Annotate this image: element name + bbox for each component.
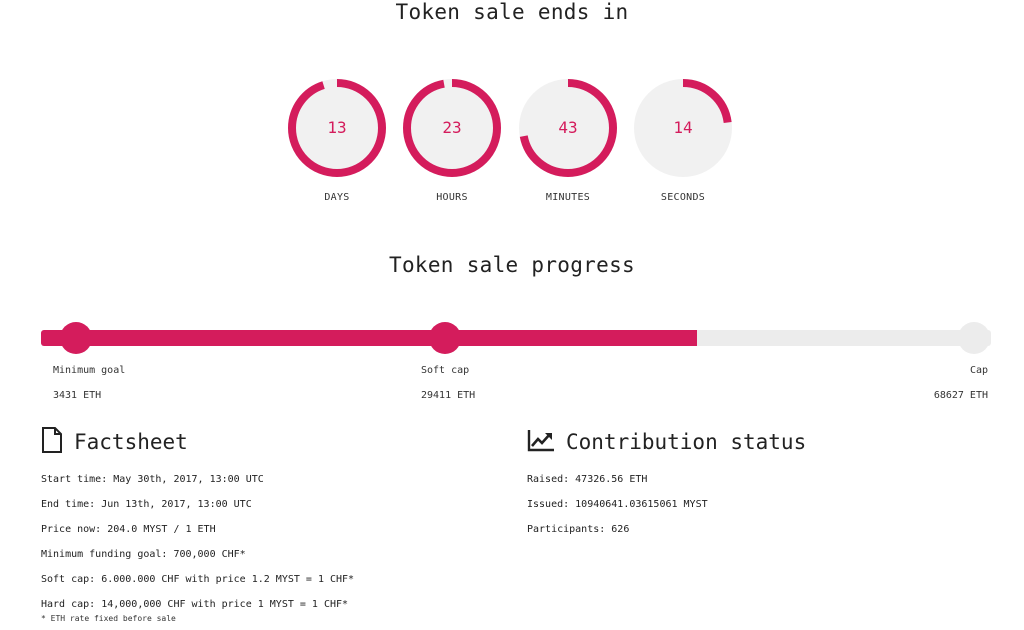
countdown-seconds: 14 SECONDS xyxy=(631,76,735,203)
fact-end-time: End time: Jun 13th, 2017, 13:00 UTC xyxy=(41,499,252,510)
eth-rate-footnote: * ETH rate fixed before sale xyxy=(41,614,176,623)
seconds-label: SECONDS xyxy=(660,192,706,203)
line-chart-icon xyxy=(527,428,555,456)
minutes-label: MINUTES xyxy=(545,192,591,203)
milestone-minimum-goal xyxy=(60,322,93,354)
progress-fill xyxy=(41,330,697,346)
fact-soft-cap: Soft cap: 6.000.000 CHF with price 1.2 M… xyxy=(41,574,355,585)
milestone-cap xyxy=(957,322,990,354)
minimum-goal-label: Minimum goal xyxy=(53,365,126,376)
cap-amount: 68627 ETH xyxy=(933,390,988,401)
hours-value: 23 xyxy=(442,118,462,137)
contribution-title: Contribution status xyxy=(566,430,807,454)
sale-progress-bar xyxy=(41,322,991,354)
soft-cap-label: Soft cap xyxy=(421,365,470,376)
milestone-soft-cap xyxy=(428,322,461,354)
countdown-days: 13 DAYS xyxy=(285,76,389,203)
progress-title: Token sale progress xyxy=(389,253,635,277)
days-label: DAYS xyxy=(324,192,350,203)
factsheet-header: Factsheet xyxy=(41,427,188,457)
fact-start-time: Start time: May 30th, 2017, 13:00 UTC xyxy=(41,474,264,485)
countdown-hours: 23 HOURS xyxy=(400,76,504,203)
soft-cap-amount: 29411 ETH xyxy=(421,390,476,401)
document-icon xyxy=(41,427,63,457)
contribution-issued: Issued: 10940641.03615061 MYST xyxy=(527,499,708,510)
seconds-value: 14 xyxy=(673,118,693,137)
hours-label: HOURS xyxy=(436,192,468,203)
contribution-header: Contribution status xyxy=(527,428,806,456)
factsheet-title: Factsheet xyxy=(74,430,188,454)
cap-label: Cap xyxy=(969,365,988,376)
minutes-value: 43 xyxy=(558,118,578,137)
countdown-title: Token sale ends in xyxy=(395,0,629,24)
token-sale-page: Token sale ends in 13 DAYS 23 HOURS 43 M… xyxy=(0,0,1024,630)
countdown-minutes: 43 MINUTES xyxy=(516,76,620,203)
fact-hard-cap: Hard cap: 14,000,000 CHF with price 1 MY… xyxy=(41,599,349,610)
fact-minimum-goal: Minimum funding goal: 700,000 CHF* xyxy=(41,549,246,560)
fact-price-now: Price now: 204.0 MYST / 1 ETH xyxy=(41,524,216,535)
contribution-participants: Participants: 626 xyxy=(527,524,630,535)
minimum-goal-amount: 3431 ETH xyxy=(53,390,102,401)
contribution-raised: Raised: 47326.56 ETH xyxy=(527,474,648,485)
days-value: 13 xyxy=(327,118,347,137)
